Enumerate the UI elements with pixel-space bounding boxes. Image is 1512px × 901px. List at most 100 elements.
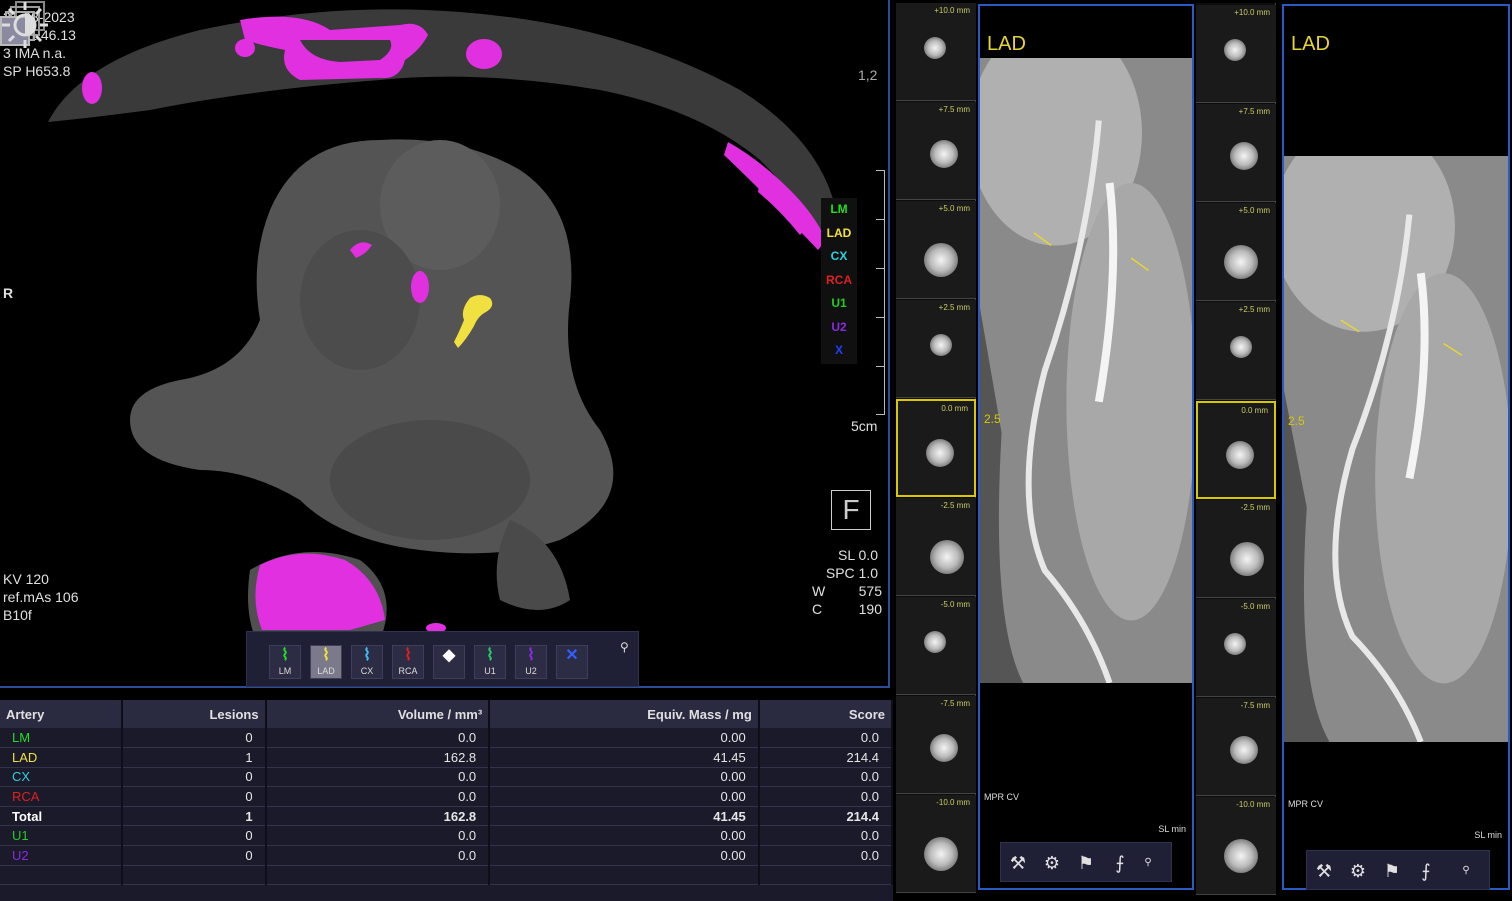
cross-section-thumbnail[interactable]: +5.0 mm bbox=[1196, 203, 1276, 301]
section-offset-label: +7.5 mm bbox=[938, 105, 970, 114]
cell-lesions: 0 bbox=[122, 825, 267, 847]
cross-section-thumbnail[interactable]: -2.5 mm bbox=[896, 498, 976, 596]
cross-section-thumbnail[interactable]: +10.0 mm bbox=[896, 3, 976, 101]
tool-button-eraser[interactable]: ◆ bbox=[433, 645, 465, 679]
column-header[interactable]: Artery bbox=[0, 700, 123, 728]
tool-button-cx[interactable]: ⌇ CX bbox=[351, 645, 383, 679]
cross-section-thumbnail[interactable]: +10.0 mm bbox=[1196, 5, 1276, 103]
table-row[interactable] bbox=[0, 865, 894, 886]
cross-section-thumbnail[interactable]: +2.5 mm bbox=[896, 300, 976, 398]
cell-lesions: 0 bbox=[122, 728, 267, 749]
gear-icon[interactable]: ⚙ bbox=[1037, 848, 1067, 878]
curved-mpr-view[interactable]: LAD MPR CV SL min bbox=[978, 4, 1194, 890]
cell-artery: Total bbox=[0, 806, 123, 827]
tool-button-label: U1 bbox=[484, 666, 496, 676]
curved-mpr-view[interactable]: LAD MPR CV SL min bbox=[1282, 4, 1510, 890]
cell-mass: 0.00 bbox=[489, 786, 760, 807]
flag-icon[interactable]: ⚑ bbox=[1071, 848, 1101, 878]
table-row[interactable]: LM 0 0.0 0.00 0.0 bbox=[0, 728, 894, 749]
table-row[interactable]: U1 0 0.0 0.00 0.0 bbox=[0, 825, 894, 847]
cross-section-thumbnail[interactable]: -7.5 mm bbox=[896, 696, 976, 794]
cell-mass: 0.00 bbox=[489, 845, 760, 866]
tool-button-label: LM bbox=[278, 666, 292, 676]
tool-button-delete[interactable]: ✕ bbox=[556, 645, 588, 679]
vessel-cross-section bbox=[1224, 839, 1258, 873]
flag-icon[interactable]: ⚑ bbox=[1377, 856, 1407, 886]
slice-info: SL 0.0 SPC 1.0 bbox=[826, 546, 878, 582]
mpr-image bbox=[980, 58, 1192, 683]
cross-section-thumbnail[interactable]: +7.5 mm bbox=[896, 102, 976, 200]
tool-button-u1[interactable]: ⌇ U1 bbox=[474, 645, 506, 679]
cross-section-thumbnail[interactable]: -10.0 mm bbox=[896, 795, 976, 893]
artery-brush-icon: ⌇ bbox=[404, 647, 412, 664]
vessel-cross-section bbox=[1224, 245, 1258, 279]
pin-icon[interactable]: ⚲ bbox=[1451, 856, 1481, 886]
cross-section-thumbnail[interactable]: 0.0 mm bbox=[896, 399, 976, 497]
cross-section-thumbnail[interactable]: -2.5 mm bbox=[1196, 500, 1276, 598]
cross-section-thumbnail[interactable]: 0.0 mm bbox=[1196, 401, 1276, 499]
measure-icon[interactable]: ⨍ bbox=[1411, 856, 1441, 886]
table-row[interactable]: U2 0 0.0 0.00 0.0 bbox=[0, 845, 894, 866]
section-offset-label: -10.0 mm bbox=[936, 798, 970, 807]
column-header[interactable]: Score bbox=[758, 700, 894, 728]
column-header[interactable]: Equiv. Mass / mg bbox=[489, 700, 760, 728]
cross-section-thumbnail[interactable]: +2.5 mm bbox=[1196, 302, 1276, 400]
scale-label: 5cm bbox=[851, 418, 878, 434]
column-header[interactable]: Lesions bbox=[122, 700, 267, 728]
table-row[interactable]: Total 1 162.8 41.45 214.4 bbox=[0, 806, 894, 827]
column-header[interactable]: Volume / mm³ bbox=[265, 700, 491, 728]
legend-item-lad: LAD bbox=[826, 225, 852, 240]
legend-item-lm: LM bbox=[830, 202, 848, 216]
cross-section-strip: +10.0 mm +7.5 mm +5.0 mm +2.5 mm 0.0 mm -2.5 … bbox=[896, 3, 976, 893]
wrench-icon[interactable]: ⚒ bbox=[1309, 856, 1339, 886]
tool-button-label: U2 bbox=[525, 666, 537, 676]
cross-section-strip: +10.0 mm +7.5 mm +5.0 mm +2.5 mm 0.0 mm -2.5 … bbox=[1196, 3, 1276, 895]
artery-brush-icon: ⌇ bbox=[281, 647, 289, 664]
section-offset-label: 0.0 mm bbox=[941, 404, 968, 413]
kernel-text: B10f bbox=[3, 607, 32, 623]
vessel-cross-section bbox=[926, 439, 954, 467]
tool-button-lm[interactable]: ⌇ LM bbox=[269, 645, 301, 679]
mpr-title: LAD bbox=[987, 33, 1026, 55]
slice-thickness: SL 0.0 bbox=[838, 547, 878, 563]
legend-item-u1: U1 bbox=[831, 296, 847, 310]
cell-volume bbox=[265, 865, 491, 886]
window-level-icon[interactable] bbox=[0, 0, 50, 50]
tool-button-label: LAD bbox=[317, 666, 335, 676]
cross-section-thumbnail[interactable]: -10.0 mm bbox=[1196, 797, 1276, 895]
cross-section-thumbnail[interactable]: +5.0 mm bbox=[896, 201, 976, 299]
cross-section-thumbnail[interactable]: -5.0 mm bbox=[1196, 599, 1276, 697]
cross-section-thumbnail[interactable]: +7.5 mm bbox=[1196, 104, 1276, 202]
cell-mass: 41.45 bbox=[489, 747, 760, 768]
section-offset-label: -5.0 mm bbox=[940, 600, 970, 609]
kv-text: KV 120 bbox=[3, 571, 49, 587]
cell-lesions: 1 bbox=[122, 747, 267, 768]
pin-icon[interactable]: ⚲ bbox=[620, 640, 629, 654]
vessel-cross-section bbox=[924, 631, 946, 653]
table-position-text: SP H653.8 bbox=[3, 63, 71, 79]
table-row[interactable]: LAD 1 162.8 41.45 214.4 bbox=[0, 747, 894, 768]
delete-artery-icon: ✕ bbox=[565, 647, 579, 664]
tool-button-lad[interactable]: ⌇ LAD bbox=[310, 645, 342, 679]
wrench-icon[interactable]: ⚒ bbox=[1003, 848, 1033, 878]
vessel-cross-section bbox=[930, 540, 964, 574]
axial-ct-image bbox=[0, 7, 839, 686]
cell-artery: U1 bbox=[0, 825, 123, 847]
tool-button-rca[interactable]: ⌇ RCA bbox=[392, 645, 424, 679]
cross-section-thumbnail[interactable]: -5.0 mm bbox=[896, 597, 976, 695]
section-offset-label: -2.5 mm bbox=[1240, 503, 1270, 512]
table-row[interactable]: RCA 0 0.0 0.00 0.0 bbox=[0, 786, 894, 807]
tool-button-u2[interactable]: ⌇ U2 bbox=[515, 645, 547, 679]
cell-volume: 0.0 bbox=[265, 767, 491, 788]
view-marker-box[interactable]: F bbox=[831, 490, 871, 530]
artery-toolbar: ⌇ LM ⌇ LAD ⌇ CX ⌇ RCA ◆ ⌇ U1 ⌇ U2 ✕ bbox=[246, 631, 639, 687]
cell-score bbox=[758, 865, 894, 886]
section-offset-label: +2.5 mm bbox=[938, 303, 970, 312]
table-row[interactable]: CX 0 0.0 0.00 0.0 bbox=[0, 767, 894, 788]
cross-section-thumbnail[interactable]: -7.5 mm bbox=[1196, 698, 1276, 796]
pin-icon[interactable]: ⚲ bbox=[1133, 848, 1163, 878]
axial-viewport[interactable]: 21-08-2023 11:51:46.13 3 IMA n.a. SP H65… bbox=[0, 0, 890, 688]
cell-mass: 0.00 bbox=[489, 767, 760, 788]
gear-icon[interactable]: ⚙ bbox=[1343, 856, 1373, 886]
measure-icon[interactable]: ⨍ bbox=[1105, 848, 1135, 878]
